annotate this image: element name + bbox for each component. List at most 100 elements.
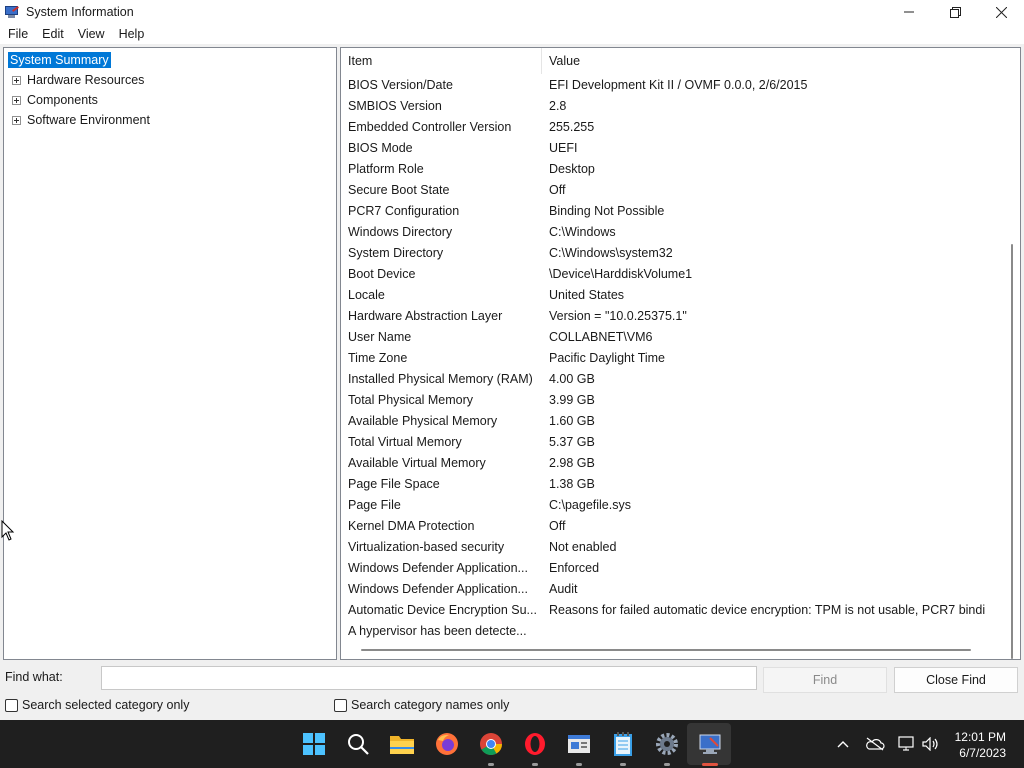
- row-item-cell: A hypervisor has been detecte...: [348, 623, 527, 638]
- vertical-scrollbar-thumb[interactable]: [1011, 244, 1013, 659]
- system-information-icon: [699, 734, 721, 754]
- table-row[interactable]: Available Physical Memory 1.60 GB: [341, 410, 1003, 431]
- row-item-cell: Kernel DMA Protection: [348, 518, 475, 533]
- row-item-cell: BIOS Mode: [348, 140, 413, 155]
- table-row[interactable]: Total Virtual Memory 5.37 GB: [341, 431, 1003, 452]
- taskbar-system-information[interactable]: [695, 729, 725, 759]
- table-row[interactable]: Total Physical Memory 3.99 GB: [341, 389, 1003, 410]
- table-row[interactable]: Boot Device \Device\HarddiskVolume1: [341, 263, 1003, 284]
- row-value-cell: UEFI: [549, 140, 578, 155]
- taskbar-firefox[interactable]: [432, 729, 462, 759]
- search-category-names-label: Search category names only: [351, 698, 510, 712]
- row-value-cell: EFI Development Kit II / OVMF 0.0.0, 2/6…: [549, 77, 808, 92]
- table-row[interactable]: SMBIOS Version 2.8: [341, 95, 1003, 116]
- table-row[interactable]: BIOS Version/Date EFI Development Kit II …: [341, 74, 1003, 95]
- row-value-cell: \Device\HarddiskVolume1: [549, 266, 693, 281]
- table-row[interactable]: Embedded Controller Version 255.255: [341, 116, 1003, 137]
- menu-file[interactable]: File: [2, 27, 34, 41]
- table-row[interactable]: User Name COLLABNET\VM6: [341, 326, 1003, 347]
- network-button[interactable]: [896, 720, 918, 768]
- search-category-names-checkbox[interactable]: [334, 698, 347, 712]
- system-information-app-icon: [4, 5, 20, 19]
- show-hidden-icons-button[interactable]: [832, 720, 854, 768]
- row-item-cell: Time Zone: [348, 350, 408, 365]
- taskbar-opera[interactable]: [520, 729, 550, 759]
- table-row[interactable]: PCR7 Configuration Binding Not Possible: [341, 200, 1003, 221]
- table-row[interactable]: Windows Defender Application... Enforced: [341, 557, 1003, 578]
- restore-button[interactable]: [932, 0, 978, 24]
- tree-item-components[interactable]: Components: [8, 90, 98, 110]
- horizontal-scrollbar-thumb[interactable]: [361, 649, 971, 651]
- onedrive-button[interactable]: [863, 720, 887, 768]
- table-row[interactable]: Installed Physical Memory (RAM) 4.00 GB: [341, 368, 1003, 389]
- table-row[interactable]: Automatic Device Encryption Su... Reasons…: [341, 599, 1003, 620]
- table-row[interactable]: Windows Defender Application... Audit: [341, 578, 1003, 599]
- column-header-value[interactable]: Value: [542, 48, 1020, 74]
- close-icon: [995, 6, 1007, 18]
- table-row[interactable]: Windows Directory C:\Windows: [341, 221, 1003, 242]
- table-row[interactable]: Secure Boot State Off: [341, 179, 1003, 200]
- row-value-cell: 3.99 GB: [549, 392, 595, 407]
- expand-icon[interactable]: [12, 95, 21, 105]
- taskbar-file-explorer[interactable]: [387, 729, 417, 759]
- row-item-cell: Page File Space: [348, 476, 440, 491]
- taskbar-clock[interactable]: 12:01 PM 6/7/2023: [955, 729, 1006, 761]
- row-item-cell: Automatic Device Encryption Su...: [348, 602, 537, 617]
- menu-help[interactable]: Help: [113, 27, 151, 41]
- row-item-cell: SMBIOS Version: [348, 98, 442, 113]
- tree-item-system-summary[interactable]: System Summary: [8, 50, 111, 70]
- taskbar-notepad[interactable]: [608, 729, 638, 759]
- expand-icon[interactable]: [12, 115, 21, 125]
- table-row[interactable]: A hypervisor has been detecte...: [341, 620, 1003, 641]
- notepad-icon: [614, 732, 632, 756]
- category-tree[interactable]: System Summary Hardware Resources Compon…: [3, 47, 337, 660]
- row-item-cell: Windows Defender Application...: [348, 581, 528, 596]
- opera-icon: [525, 733, 545, 755]
- table-row[interactable]: Page File Space 1.38 GB: [341, 473, 1003, 494]
- taskbar-search-button[interactable]: [343, 729, 373, 759]
- find-what-input[interactable]: [101, 666, 757, 690]
- table-row[interactable]: Hardware Abstraction Layer Version = "10.…: [341, 305, 1003, 326]
- row-value-cell: Off: [549, 182, 566, 197]
- tree-item-label: Software Environment: [27, 113, 150, 127]
- row-value-cell: C:\Windows\system32: [549, 245, 673, 260]
- table-row[interactable]: Available Virtual Memory 2.98 GB: [341, 452, 1003, 473]
- expand-icon[interactable]: [12, 75, 21, 85]
- table-row[interactable]: Virtualization-based security Not enabled: [341, 536, 1003, 557]
- row-value-cell: Audit: [549, 581, 578, 596]
- volume-button[interactable]: [920, 720, 942, 768]
- table-row[interactable]: Time Zone Pacific Daylight Time: [341, 347, 1003, 368]
- start-button[interactable]: [299, 729, 329, 759]
- row-item-cell: Platform Role: [348, 161, 424, 176]
- search-selected-category-label: Search selected category only: [22, 698, 190, 712]
- search-selected-category-checkbox[interactable]: [5, 698, 18, 712]
- table-row[interactable]: BIOS Mode UEFI: [341, 137, 1003, 158]
- find-button[interactable]: Find: [763, 667, 887, 693]
- tree-item-software-environment[interactable]: Software Environment: [8, 110, 150, 130]
- menu-edit[interactable]: Edit: [36, 27, 70, 41]
- table-row[interactable]: System Directory C:\Windows\system32: [341, 242, 1003, 263]
- tree-item-hardware-resources[interactable]: Hardware Resources: [8, 70, 144, 90]
- taskbar-chrome[interactable]: [476, 729, 506, 759]
- search-category-names-option[interactable]: Search category names only: [334, 698, 509, 712]
- row-item-cell: PCR7 Configuration: [348, 203, 460, 218]
- taskbar-news-app[interactable]: [564, 729, 594, 759]
- taskbar-settings[interactable]: [652, 729, 682, 759]
- row-item-cell: Page File: [348, 497, 401, 512]
- table-row[interactable]: Locale United States: [341, 284, 1003, 305]
- search-selected-category-option[interactable]: Search selected category only: [5, 698, 189, 712]
- close-find-button[interactable]: Close Find: [894, 667, 1018, 693]
- details-list[interactable]: Item Value BIOS Version/Date EFI Developm…: [340, 47, 1021, 660]
- row-item-cell: BIOS Version/Date: [348, 77, 453, 92]
- minimize-button[interactable]: [886, 0, 932, 24]
- table-row[interactable]: Kernel DMA Protection Off: [341, 515, 1003, 536]
- vertical-scrollbar[interactable]: [1003, 74, 1020, 659]
- table-row[interactable]: Platform Role Desktop: [341, 158, 1003, 179]
- horizontal-scrollbar[interactable]: [341, 642, 1003, 659]
- table-row[interactable]: Page File C:\pagefile.sys: [341, 494, 1003, 515]
- close-button[interactable]: [978, 0, 1024, 24]
- row-value-cell: Binding Not Possible: [549, 203, 665, 218]
- row-value-cell: COLLABNET\VM6: [549, 329, 653, 344]
- column-header-item[interactable]: Item: [341, 48, 542, 74]
- menu-view[interactable]: View: [72, 27, 111, 41]
